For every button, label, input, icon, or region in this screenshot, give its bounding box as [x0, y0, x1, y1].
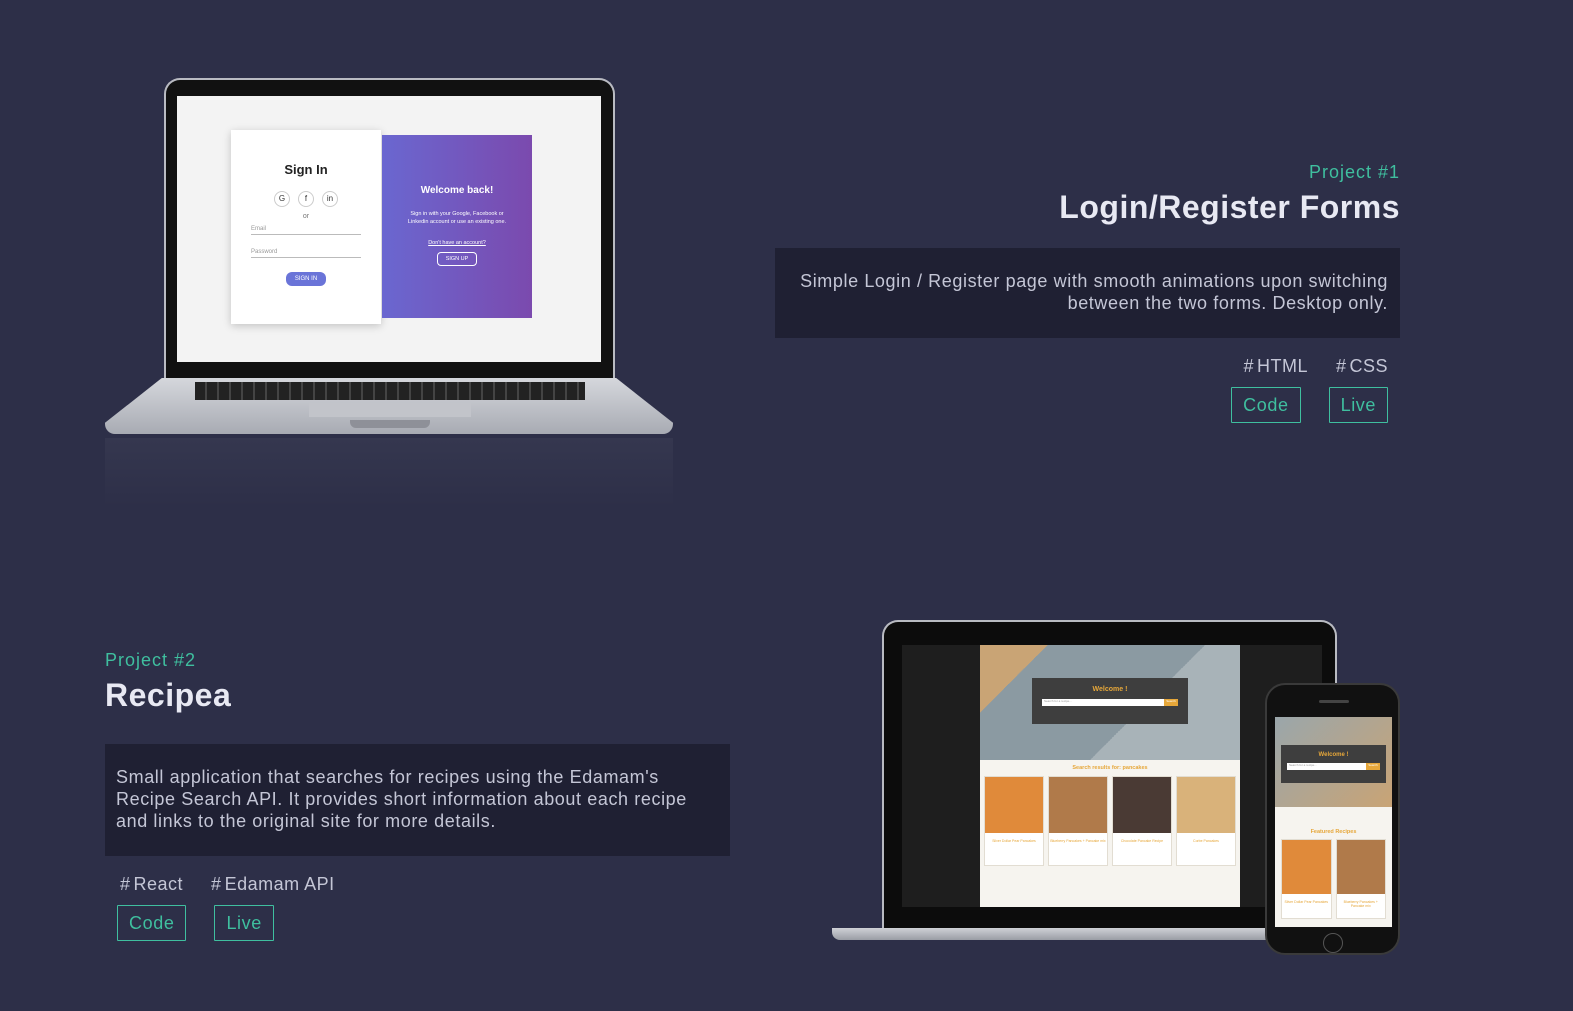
tag: # CSS — [1335, 356, 1388, 376]
recipe-name: Corbe Pancakes — [1193, 839, 1219, 843]
recipe-grid: Silver Dollar Pear Pancakes Blueberry Pa… — [980, 771, 1240, 871]
welcome-panel: Welcome ! Search for a recipe... Search — [1032, 678, 1188, 724]
project1-laptop-mockup: Sign In G f in or Email Password SIGN IN… — [105, 78, 673, 508]
project2-info: Project #2 Recipea Small application tha… — [105, 650, 730, 941]
recipe-card: Chocolate Pancake Recipe — [1112, 776, 1172, 866]
search-button: Search — [1366, 763, 1380, 770]
project-title: Login/Register Forms — [1059, 189, 1400, 225]
project-title: Recipea — [105, 677, 232, 713]
recipe-card: Silver Dollar Pear Pancakes — [984, 776, 1044, 866]
password-field: Password — [251, 249, 361, 258]
tag: # React — [120, 874, 184, 894]
signin-title: Sign In — [284, 162, 328, 177]
recipe-card: Blueberry Pancakes + Pancake mix — [1335, 839, 1386, 919]
welcome-title: Welcome ! — [1092, 686, 1128, 693]
signin-button: SIGN IN — [285, 272, 327, 286]
project-description: Small application that searches for reci… — [105, 744, 730, 856]
project1-info: Project #1 Login/Register Forms Simple L… — [775, 162, 1400, 423]
laptop-base — [832, 928, 1337, 940]
project-label: Project #2 — [105, 650, 197, 670]
live-button[interactable]: Live — [214, 905, 274, 941]
laptop-trackpad — [309, 403, 471, 417]
project-label: Project #1 — [1308, 162, 1400, 182]
email-field: Email — [251, 226, 361, 235]
signin-card: Sign In G f in or Email Password SIGN IN — [231, 130, 381, 324]
laptop-reflection — [105, 438, 673, 508]
project-tags: # HTML # CSS — [775, 356, 1400, 377]
recipe-card: Corbe Pancakes — [1176, 776, 1236, 866]
project-buttons: Code Live — [775, 387, 1400, 423]
recipe-card: Blueberry Pancakes + Pancake mix — [1048, 776, 1108, 866]
search-button: Search — [1164, 699, 1178, 706]
signup-button: SIGN UP — [436, 252, 478, 266]
recipe-name: Blueberry Pancakes + Pancake mix — [1050, 839, 1106, 843]
recipe-image — [985, 777, 1043, 833]
code-button[interactable]: Code — [117, 905, 187, 941]
project-description: Simple Login / Register page with smooth… — [775, 248, 1400, 338]
laptop-keyboard — [195, 382, 585, 400]
recipe-image — [1282, 840, 1331, 894]
tag: # HTML — [1243, 356, 1308, 376]
recipe-name: Blueberry Pancakes + Pancake mix — [1343, 900, 1378, 908]
live-button[interactable]: Live — [1328, 387, 1388, 423]
laptop-screen: Welcome ! Search for a recipe... Search … — [902, 645, 1322, 907]
recipe-name: Silver Dollar Pear Pancakes — [992, 839, 1036, 843]
recipe-image — [1049, 777, 1107, 833]
recipe-image — [1113, 777, 1171, 833]
welcome-panel: Welcome ! Search for a recipe... Search — [1281, 745, 1386, 783]
recipe-image — [1336, 840, 1385, 894]
recipe-name: Chocolate Pancake Recipe — [1120, 839, 1164, 843]
welcome-title: Welcome ! — [1318, 752, 1349, 758]
search-input: Search for a recipe... — [1287, 763, 1366, 770]
search-bar: Search for a recipe... Search — [1287, 763, 1380, 770]
project2-phone-mockup: Welcome ! Search for a recipe... Search … — [1265, 683, 1400, 955]
google-icon: G — [274, 191, 290, 207]
laptop-screen: Sign In G f in or Email Password SIGN IN… — [177, 96, 601, 362]
project2-laptop-mockup: Welcome ! Search for a recipe... Search … — [832, 620, 1337, 940]
laptop-notch — [350, 420, 430, 428]
hero-image: Welcome ! Search for a recipe... Search — [980, 645, 1240, 760]
recipe-name: Silver Dollar Pear Pancakes — [1284, 900, 1329, 904]
or-divider: or — [302, 213, 310, 220]
search-input: Search for a recipe... — [1042, 699, 1164, 706]
phone-speaker — [1319, 700, 1349, 703]
hero-image: Welcome ! Search for a recipe... Search — [1275, 717, 1392, 807]
code-button[interactable]: Code — [1231, 387, 1301, 423]
no-account-link: Don't have an account? — [428, 240, 486, 246]
project-tags: # React # Edamam API — [105, 874, 730, 895]
project-buttons: Code Live — [105, 905, 730, 941]
recipe-card: Silver Dollar Pear Pancakes — [1281, 839, 1332, 919]
recipe-image — [1177, 777, 1235, 833]
tag: # Edamam API — [211, 874, 335, 894]
welcome-card: Welcome back! Sign in with your Google, … — [382, 135, 532, 318]
recipe-grid: Silver Dollar Pear Pancakes Blueberry Pa… — [1275, 835, 1392, 923]
phone-screen: Welcome ! Search for a recipe... Search … — [1275, 717, 1392, 927]
search-bar: Search for a recipe... Search — [1042, 699, 1178, 706]
welcome-text: Sign in with your Google, Facebook or Li… — [407, 211, 507, 225]
facebook-icon: f — [298, 191, 314, 207]
social-icons: G f in — [231, 191, 381, 207]
welcome-title: Welcome back! — [420, 185, 494, 196]
phone-home-button — [1323, 933, 1343, 953]
linkedin-icon: in — [322, 191, 338, 207]
recipea-app-preview: Welcome ! Search for a recipe... Search … — [980, 645, 1240, 907]
